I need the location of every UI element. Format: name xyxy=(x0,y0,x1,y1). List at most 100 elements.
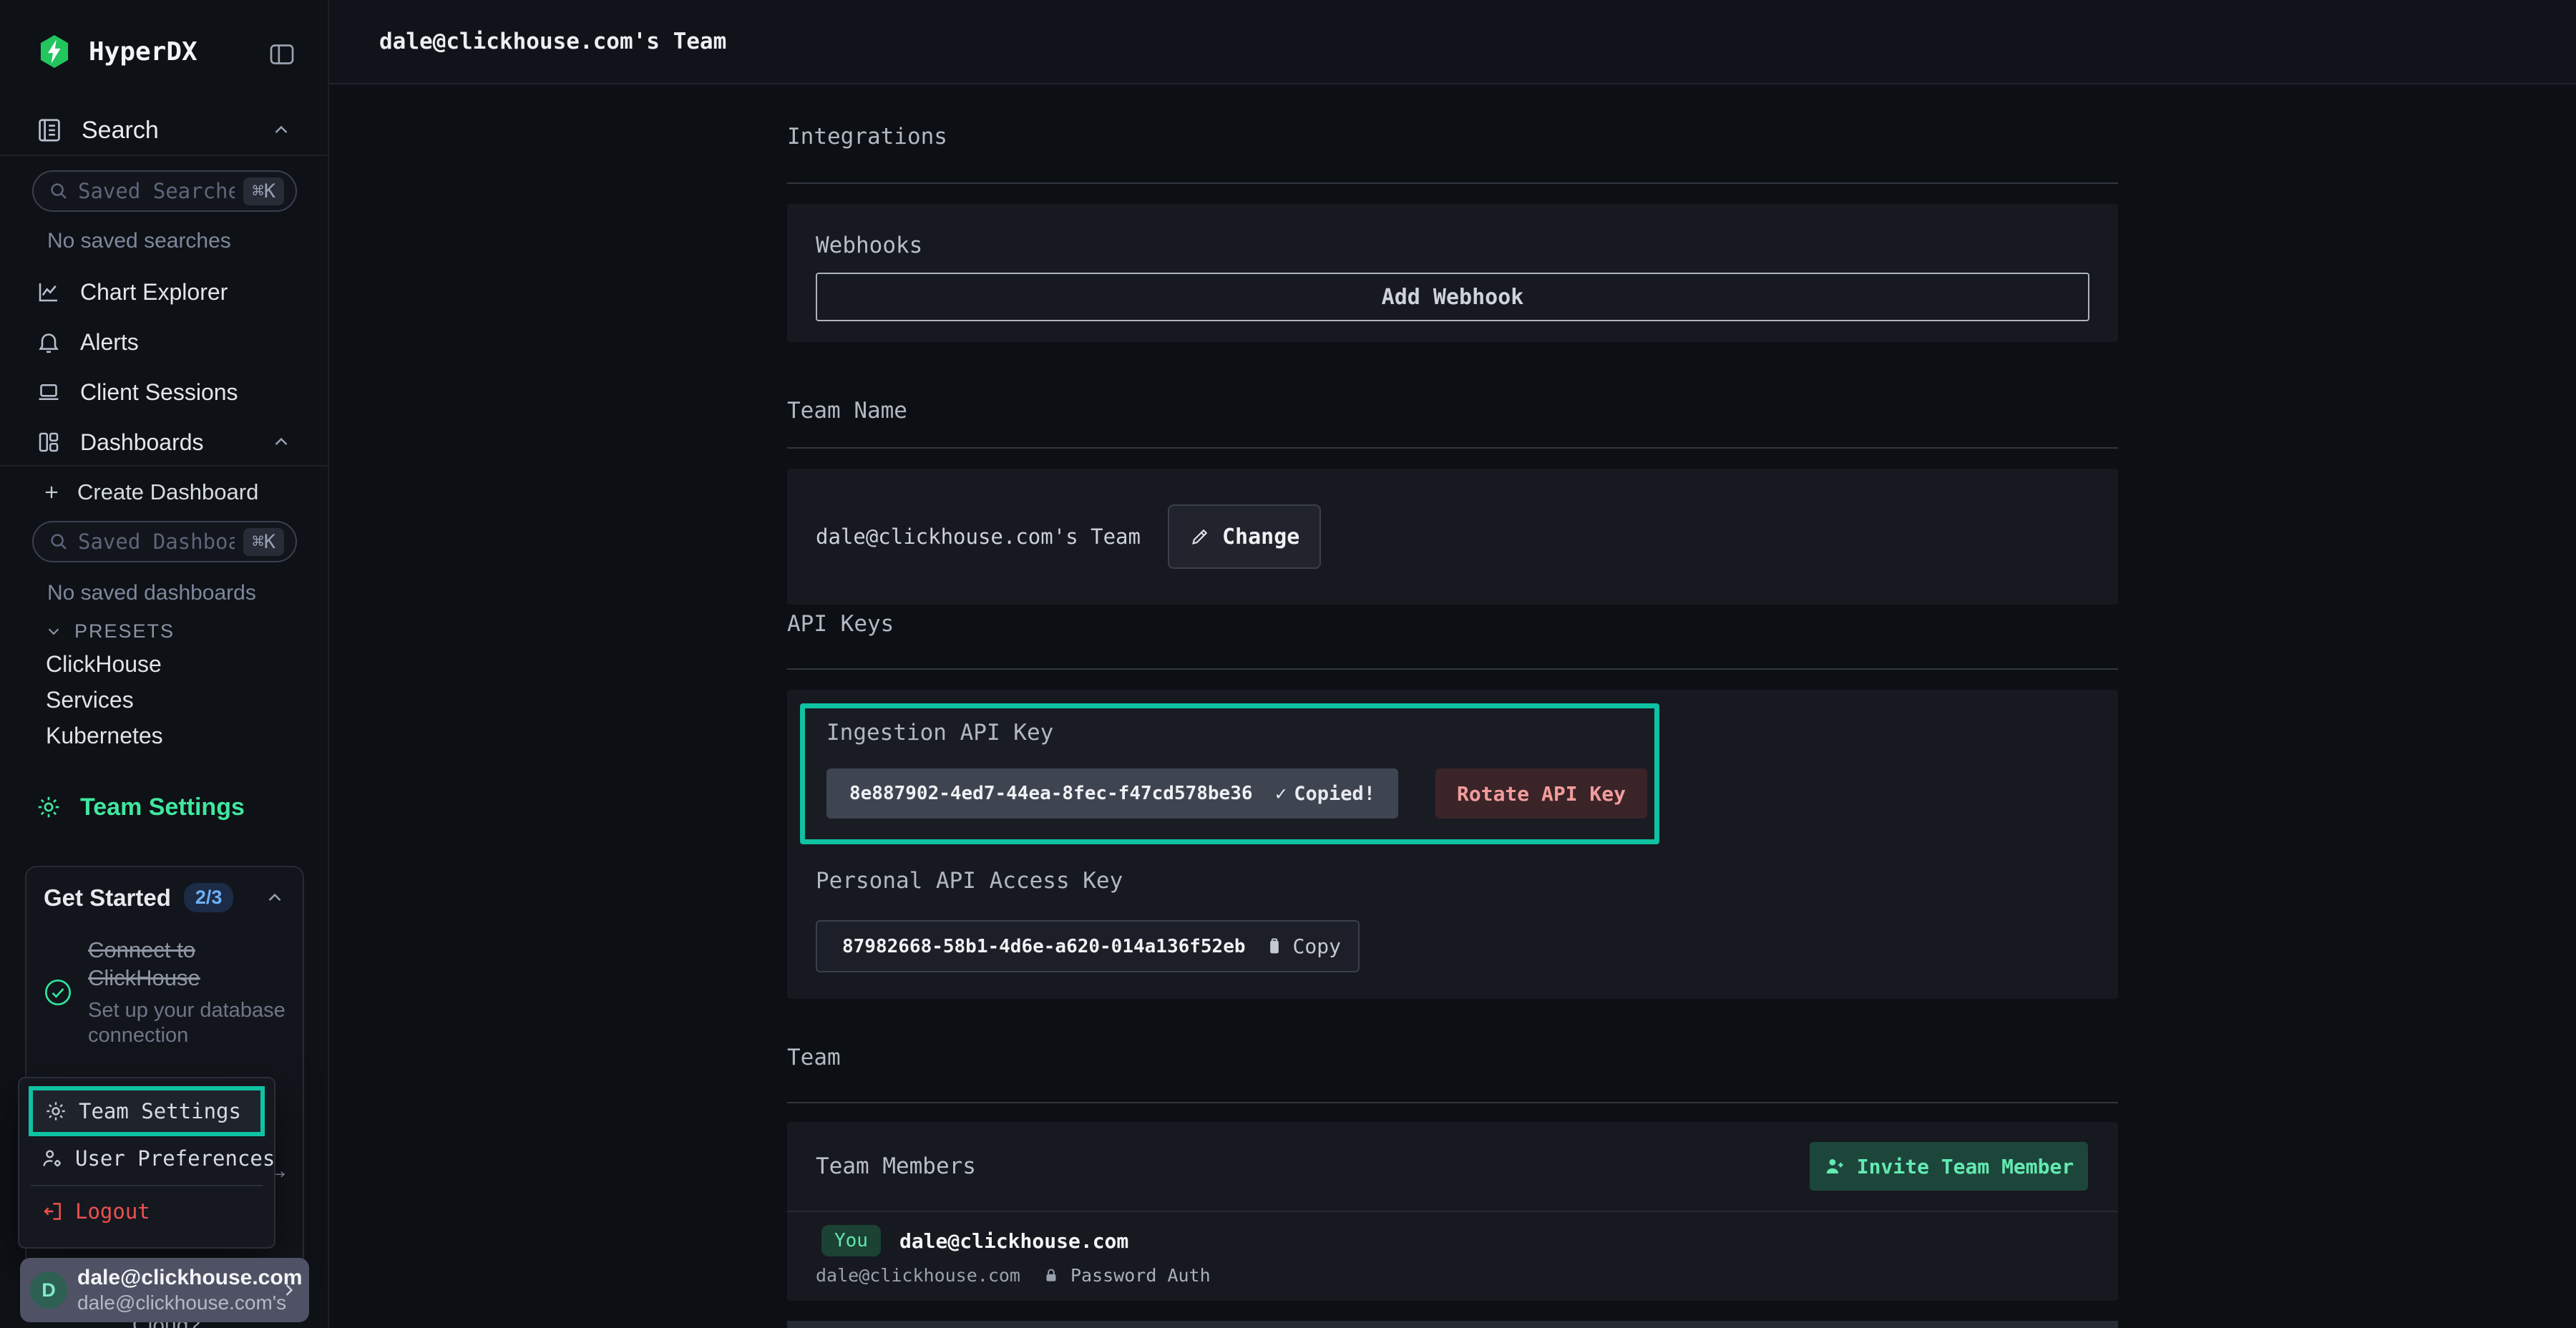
search-icon xyxy=(48,180,69,202)
lock-icon xyxy=(1042,1266,1060,1284)
collapse-sidebar-icon[interactable] xyxy=(268,40,296,69)
sidebar-item-client-sessions[interactable]: Client Sessions xyxy=(0,374,328,411)
laptop-icon xyxy=(36,379,62,405)
person-plus-icon xyxy=(1824,1156,1845,1177)
add-webhook-button[interactable]: Add Webhook xyxy=(816,273,2089,321)
change-button-label: Change xyxy=(1222,524,1299,550)
ingestion-key-value-pill[interactable]: 8e887902-4ed7-44ea-8fec-f47cd578be36 ✓ C… xyxy=(826,768,1398,819)
page-title: dale@clickhouse.com's Team xyxy=(379,29,726,54)
team-member-row: You dale@clickhouse.com xyxy=(821,1225,1128,1256)
member-email: dale@clickhouse.com xyxy=(816,1265,1020,1286)
next-section-sliver xyxy=(787,1321,2118,1328)
webhooks-card: Webhooks Add Webhook xyxy=(787,204,2118,342)
sidebar-section-search[interactable]: Search xyxy=(0,109,328,152)
user-team-subtitle: dale@clickhouse.com's xyxy=(77,1292,269,1314)
ingestion-key-label: Ingestion API Key xyxy=(826,720,1053,746)
team-name-card: dale@clickhouse.com's Team Change xyxy=(787,469,2118,605)
search-icon xyxy=(48,531,69,552)
invite-team-member-button[interactable]: Invite Team Member xyxy=(1810,1142,2088,1191)
chevron-up-icon[interactable] xyxy=(270,119,292,141)
personal-key-label: Personal API Access Key xyxy=(816,868,1123,894)
sidebar-item-label: Client Sessions xyxy=(80,379,238,406)
app-title: HyperDX xyxy=(89,37,197,67)
team-members-title: Team Members xyxy=(816,1153,976,1179)
create-dashboard-button[interactable]: Create Dashboard xyxy=(0,477,328,508)
card-divider xyxy=(787,1211,2118,1212)
preset-label: ClickHouse xyxy=(46,651,162,678)
rotate-api-key-button[interactable]: Rotate API Key xyxy=(1435,768,1647,819)
copy-personal-key-button[interactable]: Copy xyxy=(1264,934,1341,958)
change-team-name-button[interactable]: Change xyxy=(1168,504,1321,569)
sidebar-item-dashboards[interactable]: Dashboards xyxy=(0,424,328,461)
section-divider xyxy=(787,668,2118,670)
saved-searches-box: ⌘K xyxy=(32,170,297,212)
get-started-title: Get Started xyxy=(44,884,171,912)
saved-searches-shortcut: ⌘K xyxy=(243,177,284,205)
check-circle-icon xyxy=(44,978,72,1007)
ingestion-key-value: 8e887902-4ed7-44ea-8fec-f47cd578be36 xyxy=(849,783,1253,804)
saved-dashboards-input[interactable] xyxy=(78,529,235,554)
sidebar-item-label: Dashboards xyxy=(80,429,204,456)
step-title: Connect to ClickHouse xyxy=(88,937,200,990)
clipboard-icon xyxy=(1264,937,1284,957)
menu-item-team-settings[interactable]: Team Settings xyxy=(29,1086,265,1136)
chevron-up-icon[interactable] xyxy=(264,887,286,909)
presets-label: PRESETS xyxy=(74,620,175,643)
main-content: Integrations Webhooks Add Webhook Team N… xyxy=(329,84,2576,1328)
plus-icon xyxy=(42,482,62,502)
team-settings-label: Team Settings xyxy=(80,794,245,821)
chevron-up-icon[interactable] xyxy=(270,431,292,453)
sidebar-item-chart-explorer[interactable]: Chart Explorer xyxy=(0,273,328,311)
personal-key-value: 87982668-58b1-4d6e-a620-014a136f52eb xyxy=(842,936,1246,957)
copy-button-label: Copy xyxy=(1293,934,1341,958)
preset-item-clickhouse[interactable]: ClickHouse xyxy=(0,648,328,680)
user-email: dale@clickhouse.com xyxy=(77,1266,269,1290)
hyperdx-logo-icon xyxy=(36,33,73,70)
menu-item-label: User Preferences xyxy=(75,1146,275,1171)
member-name: dale@clickhouse.com xyxy=(899,1229,1128,1253)
progress-badge: 2/3 xyxy=(184,883,234,912)
chevron-down-icon xyxy=(44,622,63,640)
check-icon: ✓ xyxy=(1275,783,1287,805)
preset-item-kubernetes[interactable]: Kubernetes xyxy=(0,720,328,751)
create-dashboard-label: Create Dashboard xyxy=(77,479,258,505)
gear-icon xyxy=(36,794,62,820)
presets-toggle[interactable]: PRESETS xyxy=(0,617,328,645)
menu-item-logout[interactable]: Logout xyxy=(19,1193,274,1224)
integrations-heading: Integrations xyxy=(787,124,947,150)
api-keys-heading: API Keys xyxy=(787,611,894,637)
search-section-label: Search xyxy=(82,117,159,145)
menu-divider xyxy=(31,1185,263,1186)
sidebar-item-team-settings[interactable]: Team Settings xyxy=(0,789,328,825)
saved-searches-input[interactable] xyxy=(78,179,235,203)
journal-icon xyxy=(36,117,63,144)
sidebar-item-label: Alerts xyxy=(80,329,139,356)
webhooks-title: Webhooks xyxy=(816,233,922,258)
menu-item-user-preferences[interactable]: User Preferences xyxy=(19,1136,274,1176)
team-name-value: dale@clickhouse.com's Team xyxy=(816,524,1141,549)
avatar: D xyxy=(30,1271,67,1309)
chevron-right-icon xyxy=(279,1280,299,1300)
saved-dashboards-box: ⌘K xyxy=(32,521,297,562)
section-divider xyxy=(787,182,2118,184)
user-account-chip[interactable]: D dale@clickhouse.com dale@clickhouse.co… xyxy=(20,1258,309,1322)
user-gear-icon xyxy=(41,1147,64,1170)
sidebar-item-alerts[interactable]: Alerts xyxy=(0,323,328,361)
sidebar-divider xyxy=(0,155,328,156)
team-name-heading: Team Name xyxy=(787,398,907,424)
api-keys-card: Ingestion API Key 8e887902-4ed7-44ea-8fe… xyxy=(787,690,2118,999)
team-heading: Team xyxy=(787,1045,841,1070)
preset-item-services[interactable]: Services xyxy=(0,684,328,716)
menu-item-label: Logout xyxy=(75,1199,150,1224)
menu-item-label: Team Settings xyxy=(79,1099,241,1123)
member-details-row: dale@clickhouse.com Password Auth xyxy=(816,1262,1211,1288)
page-header: dale@clickhouse.com's Team xyxy=(329,0,2576,84)
step-subtitle: Set up your database connection xyxy=(88,998,286,1049)
ingestion-key-highlight-box: Ingestion API Key 8e887902-4ed7-44ea-8fe… xyxy=(800,703,1659,844)
auth-method-label: Password Auth xyxy=(1070,1265,1211,1286)
logout-icon xyxy=(41,1200,64,1223)
section-divider xyxy=(787,1102,2118,1103)
personal-key-value-pill[interactable]: 87982668-58b1-4d6e-a620-014a136f52eb Cop… xyxy=(816,920,1360,972)
get-started-step-connect[interactable]: Connect to ClickHouse Set up your databa… xyxy=(44,937,286,1048)
account-menu-popup: Team Settings User Preferences Logout xyxy=(18,1077,275,1249)
